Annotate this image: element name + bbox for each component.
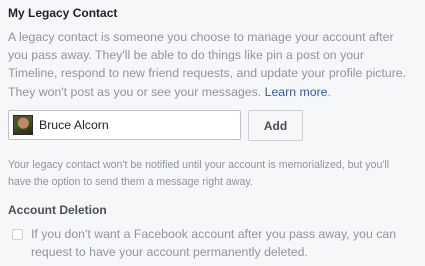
description-end: . [327,84,331,99]
legacy-contact-description: A legacy contact is someone you choose t… [8,28,414,101]
legacy-contact-notice: Your legacy contact won't be notified un… [8,159,390,188]
add-button[interactable]: Add [248,110,303,141]
description-text: A legacy contact is someone you choose t… [8,30,407,99]
contact-name: Bruce Alcorn [39,118,109,132]
legacy-contact-field[interactable]: Bruce Alcorn [8,110,241,140]
account-deletion-text: If you don't want a Facebook account aft… [31,227,397,259]
legacy-contact-title: My Legacy Contact [8,6,118,20]
delete-account-checkbox[interactable] [12,229,23,240]
contact-avatar [13,115,33,135]
account-deletion-title: Account Deletion [8,203,107,217]
learn-more-link[interactable]: Learn more [265,85,328,99]
